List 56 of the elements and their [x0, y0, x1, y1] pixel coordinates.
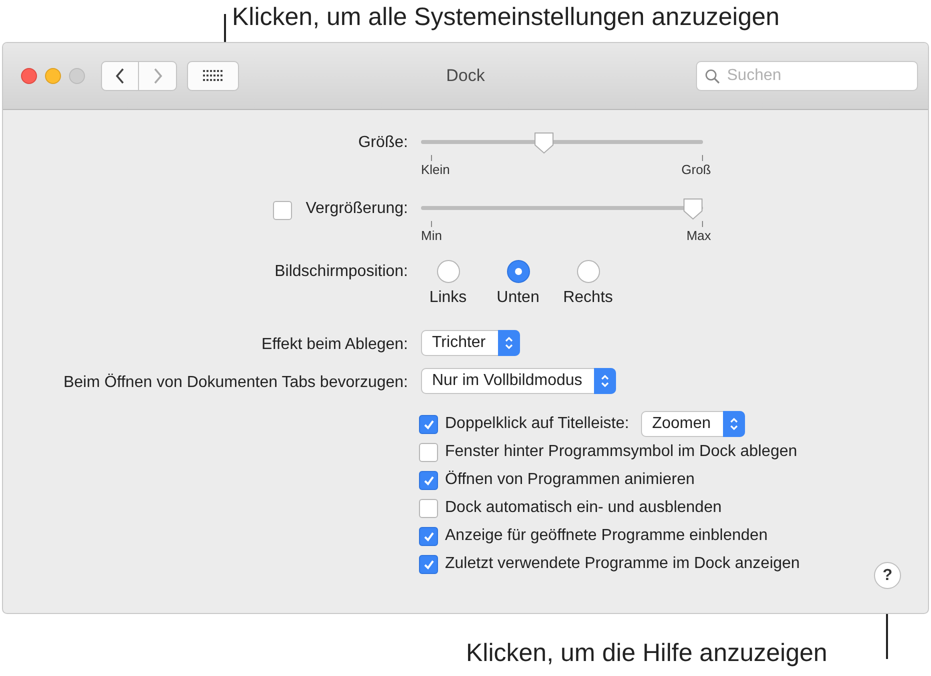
- zoom-button[interactable]: [69, 68, 85, 84]
- slider-max-label: Groß: [681, 162, 711, 177]
- double-click-dropdown[interactable]: Zoomen: [641, 411, 745, 437]
- checkbox-label: Dock automatisch ein- und ausblenden: [445, 499, 722, 517]
- checkmark-icon: [422, 558, 434, 570]
- setting-label: Bildschirmposition:: [274, 263, 408, 281]
- radio-label: Links: [429, 289, 467, 307]
- window-title: Dock: [445, 66, 486, 86]
- radio-button[interactable]: [436, 260, 460, 283]
- setting-label: Größe:: [358, 134, 408, 152]
- checkbox-label: Zuletzt verwendete Programme im Dock anzeigen: [445, 555, 800, 573]
- help-button[interactable]: ?: [874, 562, 901, 589]
- checkmark-icon: [422, 418, 434, 430]
- setting-label: Beim Öffnen von Dokumenten Tabs bevorzugen:: [63, 374, 408, 392]
- effect-dropdown[interactable]: Trichter: [421, 330, 520, 356]
- grid-icon: [203, 70, 223, 82]
- stepper-arrows-icon: [498, 330, 520, 356]
- search-icon: [705, 69, 720, 84]
- setting-label: Effekt beim Ablegen:: [262, 336, 408, 354]
- checkbox[interactable]: [419, 555, 438, 574]
- close-button[interactable]: [21, 68, 37, 84]
- slider-max-label: Max: [686, 228, 711, 243]
- stepper-arrows-icon: [722, 411, 745, 437]
- checkmark-icon: [422, 530, 434, 542]
- search-field[interactable]: Suchen: [696, 61, 918, 91]
- size-slider[interactable]: [421, 132, 703, 156]
- checkbox-label: Anzeige für geöffnete Programme einblenden: [445, 527, 768, 545]
- radio-label: Rechts: [563, 289, 613, 307]
- checkbox[interactable]: [419, 499, 438, 518]
- magnification-checkbox[interactable]: [272, 201, 292, 220]
- slider-min-label: Min: [421, 228, 442, 243]
- checkbox[interactable]: [419, 415, 438, 434]
- checkbox-label: Öffnen von Programmen animieren: [445, 471, 695, 489]
- tabs-dropdown[interactable]: Nur im Vollbildmodus: [421, 368, 616, 394]
- checkbox[interactable]: [419, 443, 438, 462]
- minimize-button[interactable]: [45, 68, 61, 84]
- radio-button[interactable]: [576, 260, 600, 283]
- back-button[interactable]: [101, 61, 139, 91]
- chevron-right-icon: [152, 68, 162, 84]
- radio-label: Unten: [496, 289, 540, 307]
- checkbox[interactable]: [419, 527, 438, 546]
- checkbox-label: Fenster hinter Programmsymbol im Dock ablegen: [445, 443, 798, 461]
- checkbox[interactable]: [419, 471, 438, 490]
- slider-thumb[interactable]: [534, 132, 554, 154]
- chevron-left-icon: [115, 68, 125, 84]
- magnification-slider[interactable]: [421, 198, 703, 222]
- stepper-arrows-icon: [594, 368, 616, 394]
- slider-thumb[interactable]: [683, 198, 703, 220]
- radio-button[interactable]: [506, 260, 530, 283]
- show-all-button[interactable]: [187, 61, 239, 91]
- setting-label: Vergrößerung:: [306, 200, 408, 218]
- callout-text: Klicken, um alle Systemeinstellungen anzuzeigen: [232, 2, 780, 32]
- checkmark-icon: [422, 474, 434, 486]
- checkbox-label: Doppelklick auf Titelleiste:: [445, 415, 630, 433]
- callout-text: Klicken, um die Hilfe anzuzeigen: [466, 638, 828, 668]
- slider-min-label: Klein: [421, 162, 450, 177]
